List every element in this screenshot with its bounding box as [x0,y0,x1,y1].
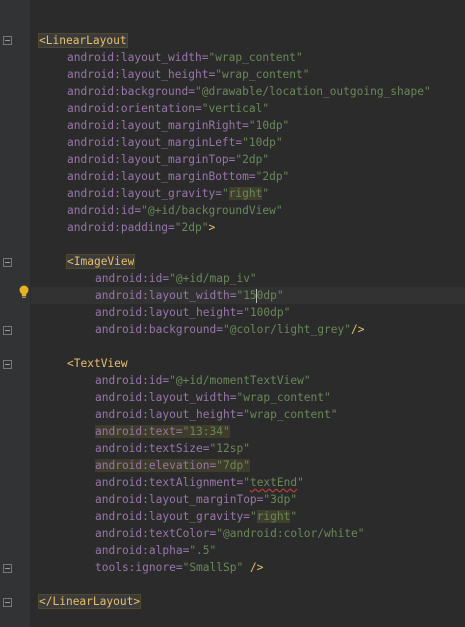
code-line: </LinearLayout> [31,593,465,610]
open-tag-linearlayout: <LinearLayout [38,33,128,48]
close-tag-linearlayout: </LinearLayout> [37,594,142,609]
error-squiggle[interactable]: textEnd [250,476,297,489]
code-line: android:alpha=".5" [95,544,217,557]
code-line: android:layout_marginLeft="10dp" [67,136,283,149]
highlighted-value: right [228,187,263,200]
code-editor[interactable]: <LinearLayout android:layout_width="wrap… [31,0,465,627]
highlighted-value: right [256,510,291,523]
code-line: android:background="@drawable/location_o… [67,85,431,98]
code-line: android:layout_height="wrap_content" [67,68,310,81]
warning-highlight[interactable]: android:elevation="7dp" [95,459,250,472]
code-line: android:layout_height="wrap_content" [95,408,338,421]
code-line: android:id="@+id/backgroundView" [67,204,283,217]
fold-collapse-icon[interactable] [3,360,12,369]
fold-end-icon[interactable] [3,598,12,607]
code-line: android:textSize="12sp" [95,442,250,455]
code-line: <TextView [31,355,465,372]
code-line: android:padding="2dp"> [67,221,216,234]
editor-gutter [0,0,30,627]
code-line: android:background="@color/light_grey"/> [95,323,365,336]
code-line: android:layout_gravity="right" [95,510,298,523]
code-line: android:layout_marginBottom="2dp" [67,170,290,183]
code-line: android:layout_marginTop="2dp" [67,153,270,166]
fold-collapse-icon[interactable] [3,258,12,267]
warning-highlight[interactable]: android:text="13:34" [95,425,230,438]
fold-end-icon[interactable] [3,326,12,335]
code-line: android:layout_height="100dp" [95,306,291,319]
code-line: android:layout_gravity="right" [67,187,270,200]
code-line: android:elevation="7dp" [31,457,465,474]
code-line: android:layout_width="wrap_content" [95,391,331,404]
current-line: android:layout_width="150dp" [31,287,465,304]
code-line: android:id="@+id/map_iv" [95,272,257,285]
code-line: android:layout_width="wrap_content" [67,51,303,64]
code-line: tools:ignore="SmallSp" /> [95,561,264,574]
code-line: android:text="13:34" [31,423,465,440]
fold-collapse-icon[interactable] [3,36,12,45]
code-line: android:id="@+id/momentTextView" [95,374,311,387]
code-line: android:textAlignment="textEnd" [95,476,304,489]
open-tag-textview: <TextView [67,357,128,370]
code-line: android:layout_marginTop="3dp" [95,493,298,506]
lightbulb-icon[interactable] [18,285,30,299]
code-line: <ImageView [31,253,465,270]
code-line: android:textColor="@android:color/white" [95,527,365,540]
code-line: android:orientation="vertical" [67,102,270,115]
open-tag-imageview: <ImageView [65,254,136,269]
code-line: android:layout_marginRight="10dp" [67,119,290,132]
fold-end-icon[interactable] [3,564,12,573]
code-line: <LinearLayout [31,32,465,49]
